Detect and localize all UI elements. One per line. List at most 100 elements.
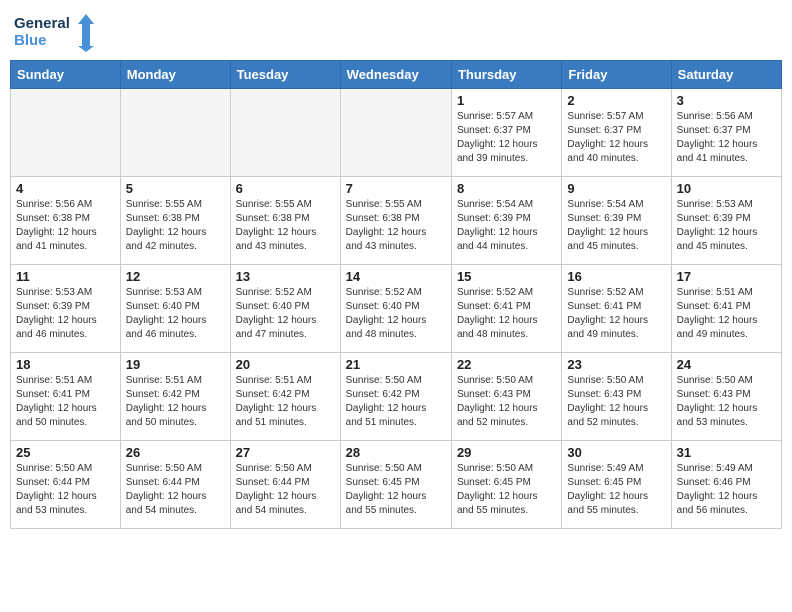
calendar-cell: 12 Sunrise: 5:53 AM Sunset: 6:40 PM Dayli… <box>120 265 230 353</box>
day-number: 7 <box>346 181 446 196</box>
day-number: 8 <box>457 181 556 196</box>
day-info: Sunrise: 5:52 AM Sunset: 6:41 PM Dayligh… <box>457 286 556 342</box>
week-row-2: 4 Sunrise: 5:56 AM Sunset: 6:38 PM Daylig… <box>11 177 782 265</box>
weekday-header-tuesday: Tuesday <box>230 61 340 89</box>
day-number: 6 <box>236 181 335 196</box>
day-info: Sunrise: 5:53 AM Sunset: 6:39 PM Dayligh… <box>16 286 115 342</box>
week-row-3: 11 Sunrise: 5:53 AM Sunset: 6:39 PM Dayli… <box>11 265 782 353</box>
day-info: Sunrise: 5:50 AM Sunset: 6:45 PM Dayligh… <box>346 462 446 518</box>
day-info: Sunrise: 5:51 AM Sunset: 6:41 PM Dayligh… <box>16 374 115 430</box>
weekday-header-friday: Friday <box>562 61 671 89</box>
weekday-header-monday: Monday <box>120 61 230 89</box>
day-info: Sunrise: 5:50 AM Sunset: 6:44 PM Dayligh… <box>126 462 225 518</box>
calendar-cell: 1Sunrise: 5:57 AM Sunset: 6:37 PM Daylig… <box>451 89 561 177</box>
day-number: 28 <box>346 445 446 460</box>
day-info: Sunrise: 5:56 AM Sunset: 6:38 PM Dayligh… <box>16 198 115 254</box>
day-info: Sunrise: 5:50 AM Sunset: 6:42 PM Dayligh… <box>346 374 446 430</box>
calendar-cell: 18 Sunrise: 5:51 AM Sunset: 6:41 PM Dayli… <box>11 353 121 441</box>
day-info: Sunrise: 5:50 AM Sunset: 6:45 PM Dayligh… <box>457 462 556 518</box>
day-number: 21 <box>346 357 446 372</box>
day-number: 13 <box>236 269 335 284</box>
day-number: 30 <box>567 445 665 460</box>
day-info: Sunrise: 5:49 AM Sunset: 6:45 PM Dayligh… <box>567 462 665 518</box>
day-number: 16 <box>567 269 665 284</box>
svg-text:Blue: Blue <box>14 32 47 49</box>
day-number: 26 <box>126 445 225 460</box>
weekday-header-sunday: Sunday <box>11 61 121 89</box>
day-info: Sunrise: 5:52 AM Sunset: 6:40 PM Dayligh… <box>236 286 335 342</box>
page-header: General Blue <box>10 10 782 52</box>
day-info: Sunrise: 5:50 AM Sunset: 6:43 PM Dayligh… <box>457 374 556 430</box>
day-info: Sunrise: 5:53 AM Sunset: 6:39 PM Dayligh… <box>677 198 776 254</box>
calendar-cell: 22 Sunrise: 5:50 AM Sunset: 6:43 PM Dayli… <box>451 353 561 441</box>
day-info: Sunrise: 5:56 AM Sunset: 6:37 PM Dayligh… <box>677 110 776 166</box>
day-number: 23 <box>567 357 665 372</box>
calendar-cell: 7 Sunrise: 5:55 AM Sunset: 6:38 PM Daylig… <box>340 177 451 265</box>
weekday-header-row: SundayMondayTuesdayWednesdayThursdayFrid… <box>11 61 782 89</box>
calendar-table: SundayMondayTuesdayWednesdayThursdayFrid… <box>10 60 782 529</box>
day-info: Sunrise: 5:50 AM Sunset: 6:44 PM Dayligh… <box>16 462 115 518</box>
day-number: 12 <box>126 269 225 284</box>
day-number: 5 <box>126 181 225 196</box>
logo-svg: General Blue <box>14 10 94 52</box>
calendar-cell <box>120 89 230 177</box>
day-number: 29 <box>457 445 556 460</box>
calendar-cell: 21 Sunrise: 5:50 AM Sunset: 6:42 PM Dayli… <box>340 353 451 441</box>
week-row-4: 18 Sunrise: 5:51 AM Sunset: 6:41 PM Dayli… <box>11 353 782 441</box>
day-number: 2 <box>567 93 665 108</box>
day-number: 1 <box>457 93 556 108</box>
day-number: 3 <box>677 93 776 108</box>
day-info: Sunrise: 5:57 AM Sunset: 6:37 PM Dayligh… <box>567 110 665 166</box>
calendar-cell: 8 Sunrise: 5:54 AM Sunset: 6:39 PM Daylig… <box>451 177 561 265</box>
day-info: Sunrise: 5:51 AM Sunset: 6:42 PM Dayligh… <box>126 374 225 430</box>
day-number: 10 <box>677 181 776 196</box>
calendar-cell <box>340 89 451 177</box>
day-number: 22 <box>457 357 556 372</box>
day-info: Sunrise: 5:52 AM Sunset: 6:41 PM Dayligh… <box>567 286 665 342</box>
day-info: Sunrise: 5:51 AM Sunset: 6:41 PM Dayligh… <box>677 286 776 342</box>
calendar-cell: 2 Sunrise: 5:57 AM Sunset: 6:37 PM Daylig… <box>562 89 671 177</box>
day-number: 25 <box>16 445 115 460</box>
day-number: 9 <box>567 181 665 196</box>
calendar-cell: 26 Sunrise: 5:50 AM Sunset: 6:44 PM Dayli… <box>120 441 230 529</box>
day-info: Sunrise: 5:50 AM Sunset: 6:44 PM Dayligh… <box>236 462 335 518</box>
day-info: Sunrise: 5:54 AM Sunset: 6:39 PM Dayligh… <box>457 198 556 254</box>
day-number: 4 <box>16 181 115 196</box>
day-number: 11 <box>16 269 115 284</box>
week-row-5: 25 Sunrise: 5:50 AM Sunset: 6:44 PM Dayli… <box>11 441 782 529</box>
calendar-cell: 9 Sunrise: 5:54 AM Sunset: 6:39 PM Daylig… <box>562 177 671 265</box>
calendar-cell: 5Sunrise: 5:55 AM Sunset: 6:38 PM Daylig… <box>120 177 230 265</box>
calendar-cell: 17Sunrise: 5:51 AM Sunset: 6:41 PM Dayli… <box>671 265 781 353</box>
calendar-cell: 14 Sunrise: 5:52 AM Sunset: 6:40 PM Dayli… <box>340 265 451 353</box>
svg-text:General: General <box>14 15 70 32</box>
calendar-cell: 29 Sunrise: 5:50 AM Sunset: 6:45 PM Dayli… <box>451 441 561 529</box>
calendar-cell: 10 Sunrise: 5:53 AM Sunset: 6:39 PM Dayli… <box>671 177 781 265</box>
week-row-1: 1 Sunrise: 5:57 AM Sunset: 6:37 PM Daylig… <box>11 89 782 177</box>
calendar-cell: 24 Sunrise: 5:50 AM Sunset: 6:43 PM Dayli… <box>671 353 781 441</box>
day-number: 19 <box>126 357 225 372</box>
calendar-cell: 28 Sunrise: 5:50 AM Sunset: 6:45 PM Dayli… <box>340 441 451 529</box>
calendar-cell: 25 Sunrise: 5:50 AM Sunset: 6:44 PM Dayli… <box>11 441 121 529</box>
calendar-cell <box>11 89 121 177</box>
day-number: 20 <box>236 357 335 372</box>
logo: General Blue <box>14 10 94 52</box>
day-info: Sunrise: 5:55 AM Sunset: 6:38 PM Dayligh… <box>346 198 446 254</box>
calendar-cell: 31Sunrise: 5:49 AM Sunset: 6:46 PM Dayli… <box>671 441 781 529</box>
day-info: Sunrise: 5:54 AM Sunset: 6:39 PM Dayligh… <box>567 198 665 254</box>
day-number: 18 <box>16 357 115 372</box>
day-info: Sunrise: 5:50 AM Sunset: 6:43 PM Dayligh… <box>677 374 776 430</box>
weekday-header-wednesday: Wednesday <box>340 61 451 89</box>
day-number: 14 <box>346 269 446 284</box>
day-info: Sunrise: 5:53 AM Sunset: 6:40 PM Dayligh… <box>126 286 225 342</box>
day-info: Sunrise: 5:51 AM Sunset: 6:42 PM Dayligh… <box>236 374 335 430</box>
calendar-cell: 13 Sunrise: 5:52 AM Sunset: 6:40 PM Dayli… <box>230 265 340 353</box>
day-info: Sunrise: 5:50 AM Sunset: 6:43 PM Dayligh… <box>567 374 665 430</box>
weekday-header-saturday: Saturday <box>671 61 781 89</box>
day-number: 24 <box>677 357 776 372</box>
calendar-cell: 3 Sunrise: 5:56 AM Sunset: 6:37 PM Daylig… <box>671 89 781 177</box>
calendar-cell: 30 Sunrise: 5:49 AM Sunset: 6:45 PM Dayli… <box>562 441 671 529</box>
calendar-cell: 4 Sunrise: 5:56 AM Sunset: 6:38 PM Daylig… <box>11 177 121 265</box>
calendar-cell: 19 Sunrise: 5:51 AM Sunset: 6:42 PM Dayli… <box>120 353 230 441</box>
calendar-cell: 6Sunrise: 5:55 AM Sunset: 6:38 PM Daylig… <box>230 177 340 265</box>
day-info: Sunrise: 5:52 AM Sunset: 6:40 PM Dayligh… <box>346 286 446 342</box>
